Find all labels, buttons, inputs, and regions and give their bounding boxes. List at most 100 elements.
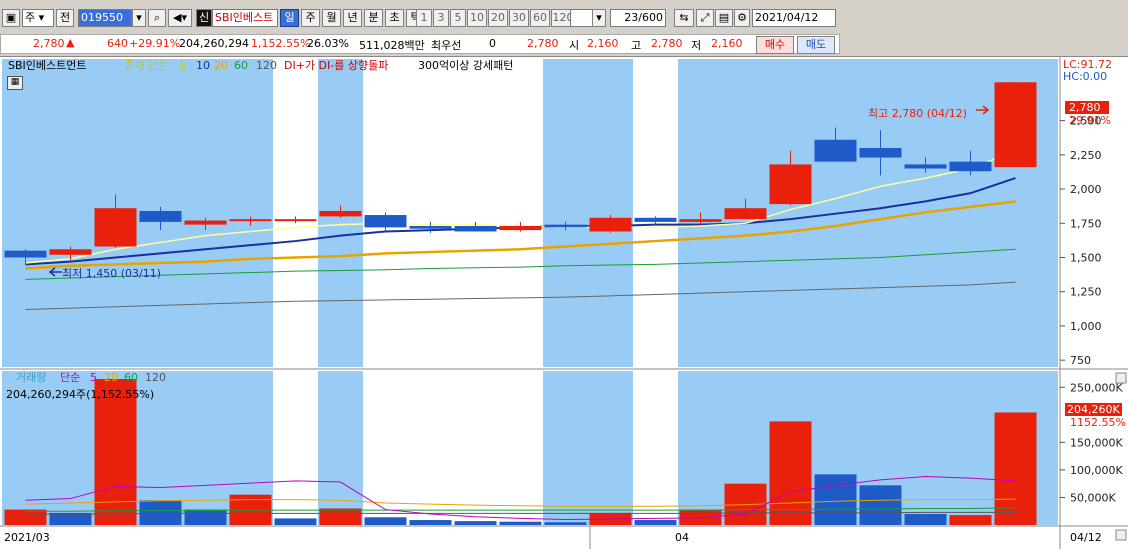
candle-body — [49, 249, 92, 255]
y-tick-label: 1,500 — [1070, 251, 1102, 264]
y-tick-label: 2,250 — [1070, 149, 1102, 162]
legend-stock-name: SBI인베스트먼트 — [8, 59, 87, 72]
broker-value: 0 — [489, 37, 496, 50]
legend-ma-20: 20 — [214, 59, 228, 72]
compare-icon[interactable]: ⇆ — [674, 9, 694, 27]
min-annotation: 최저 1,450 (03/11) — [62, 267, 162, 280]
legend-vol-ma-120: 120 — [145, 371, 166, 384]
candle-body — [994, 82, 1037, 168]
unshaded-day-band — [498, 59, 543, 367]
high-label: 고 — [631, 39, 642, 52]
interval-button-3[interactable]: 3 — [433, 9, 449, 27]
open-label: 시 — [569, 39, 580, 52]
chart-canvas[interactable]: 2,5002,2502,0001,7501,5001,2501,00075025… — [0, 57, 1128, 549]
unshaded-day-band — [633, 59, 678, 367]
y-tick-label: 250,000K — [1070, 381, 1123, 394]
volume-bar — [454, 521, 497, 525]
candle-body — [409, 226, 452, 229]
sound-icon[interactable]: ◀▾ — [168, 9, 192, 27]
hc-label: HC:0.00 — [1063, 70, 1108, 83]
legend-ma-5: 5 — [179, 59, 186, 72]
buy-button[interactable]: 매수 — [756, 36, 794, 54]
gear-icon[interactable]: ⚙ — [734, 9, 750, 27]
volume-current-percent: 1152.55% — [1070, 416, 1126, 429]
date-input[interactable]: 2021/04/12 — [752, 9, 836, 27]
data-count-value: 23/600 — [624, 11, 663, 24]
volume-bar — [904, 513, 947, 525]
candle-body — [904, 164, 947, 169]
candle-body — [499, 226, 542, 231]
save-icon[interactable]: ▤ — [715, 9, 733, 27]
chart-settings-icon[interactable]: ▣ — [2, 9, 20, 27]
table-view-icon[interactable]: ▦ — [7, 76, 23, 90]
current-percent-tag: 29.91% — [1069, 114, 1111, 127]
stock-name-field: SBI인베스트 — [212, 9, 278, 27]
interval-button-60[interactable]: 60 — [530, 9, 550, 27]
y-tick-label: 50,000K — [1070, 491, 1116, 504]
candle-body — [724, 208, 767, 220]
candle-body — [184, 220, 227, 225]
high-value: 2,780 — [651, 37, 683, 50]
unshaded-day-band — [273, 371, 318, 525]
y-tick-label: 750 — [1070, 354, 1091, 367]
y-tick-label: 1,750 — [1070, 217, 1102, 230]
legend-ma-label: 종가 단순 — [124, 59, 168, 72]
max-annotation: 최고 2,780 (04/12) — [868, 107, 968, 120]
search-icon[interactable]: ⌕ — [148, 9, 166, 27]
period-button-5[interactable]: 초 — [385, 9, 404, 27]
volume-bar — [319, 508, 362, 525]
sell-button[interactable]: 매도 — [797, 36, 835, 54]
current-price-tag: 2,780 — [1065, 101, 1109, 114]
volume-bar — [634, 520, 677, 525]
volume-percent: 1,152.55% — [251, 37, 311, 50]
interval-button-5[interactable]: 5 — [450, 9, 466, 27]
change-percent: +29.91% — [129, 37, 181, 50]
period-button-2[interactable]: 월 — [322, 9, 341, 27]
chart-area[interactable]: 2,500 2,250 2,000 1,750 1,500 1,250 1,000 750 25… — [0, 56, 1128, 549]
period-button-4[interactable]: 분 — [364, 9, 383, 27]
legend-vol-ma-label: 단순 — [60, 371, 81, 384]
all-button[interactable]: 전 — [56, 9, 74, 27]
period-type-select[interactable]: 주 ▾ — [22, 9, 54, 27]
period-button-0[interactable]: 일 — [280, 9, 299, 27]
candle-body — [4, 250, 47, 258]
interval-button-1[interactable]: 1 — [416, 9, 432, 27]
period-button-3[interactable]: 년 — [343, 9, 362, 27]
legend-pattern: 300억이상 강세패턴 — [418, 59, 514, 72]
y-tick-label: 150,000K — [1070, 436, 1123, 449]
data-count-field[interactable]: 23/600 — [610, 9, 666, 27]
interval-button-30[interactable]: 30 — [509, 9, 529, 27]
legend-vol-ma-60: 60 — [124, 371, 138, 384]
x-axis-label-left: 2021/03 — [4, 531, 50, 544]
volume-bar — [814, 474, 857, 525]
legend-vol-ma-5: 5 — [90, 371, 97, 384]
interval-dropdown-button[interactable]: ▾ — [592, 9, 606, 27]
change-value: 640 — [107, 37, 128, 50]
date-value: 2021/04/12 — [755, 11, 819, 24]
stock-code-input[interactable]: 019550 — [78, 9, 132, 27]
unshaded-day-band — [273, 59, 318, 367]
legend-vol-ma-20: 20 — [104, 371, 118, 384]
interval-button-20[interactable]: 20 — [488, 9, 508, 27]
stock-code-value: 019550 — [81, 11, 123, 24]
low-label: 저 — [691, 39, 702, 52]
expand-icon[interactable]: ⤢ — [696, 9, 714, 27]
legend-volume: 거래량 — [16, 371, 47, 384]
period-button-1[interactable]: 주 — [301, 9, 320, 27]
code-dropdown-button[interactable]: ▾ — [132, 9, 146, 27]
candle-body — [859, 147, 902, 158]
candle-body — [364, 215, 407, 228]
volume-bar — [4, 509, 47, 525]
interval-button-10[interactable]: 10 — [467, 9, 487, 27]
candle-body — [229, 219, 272, 222]
period-type-value: 주 — [25, 11, 36, 24]
unshaded-day-band — [408, 371, 453, 525]
x-axis-label-right: 04/12 — [1070, 531, 1102, 544]
candle-body — [949, 161, 992, 172]
volume-bar — [499, 521, 542, 525]
scroll-down-icon — [1115, 529, 1127, 541]
candle-body — [94, 208, 137, 247]
volume-bar — [49, 512, 92, 525]
up-arrow-icon: ▲ — [66, 36, 75, 49]
legend-di-signal: DI+가 DI-를 상향돌파 — [284, 59, 389, 72]
